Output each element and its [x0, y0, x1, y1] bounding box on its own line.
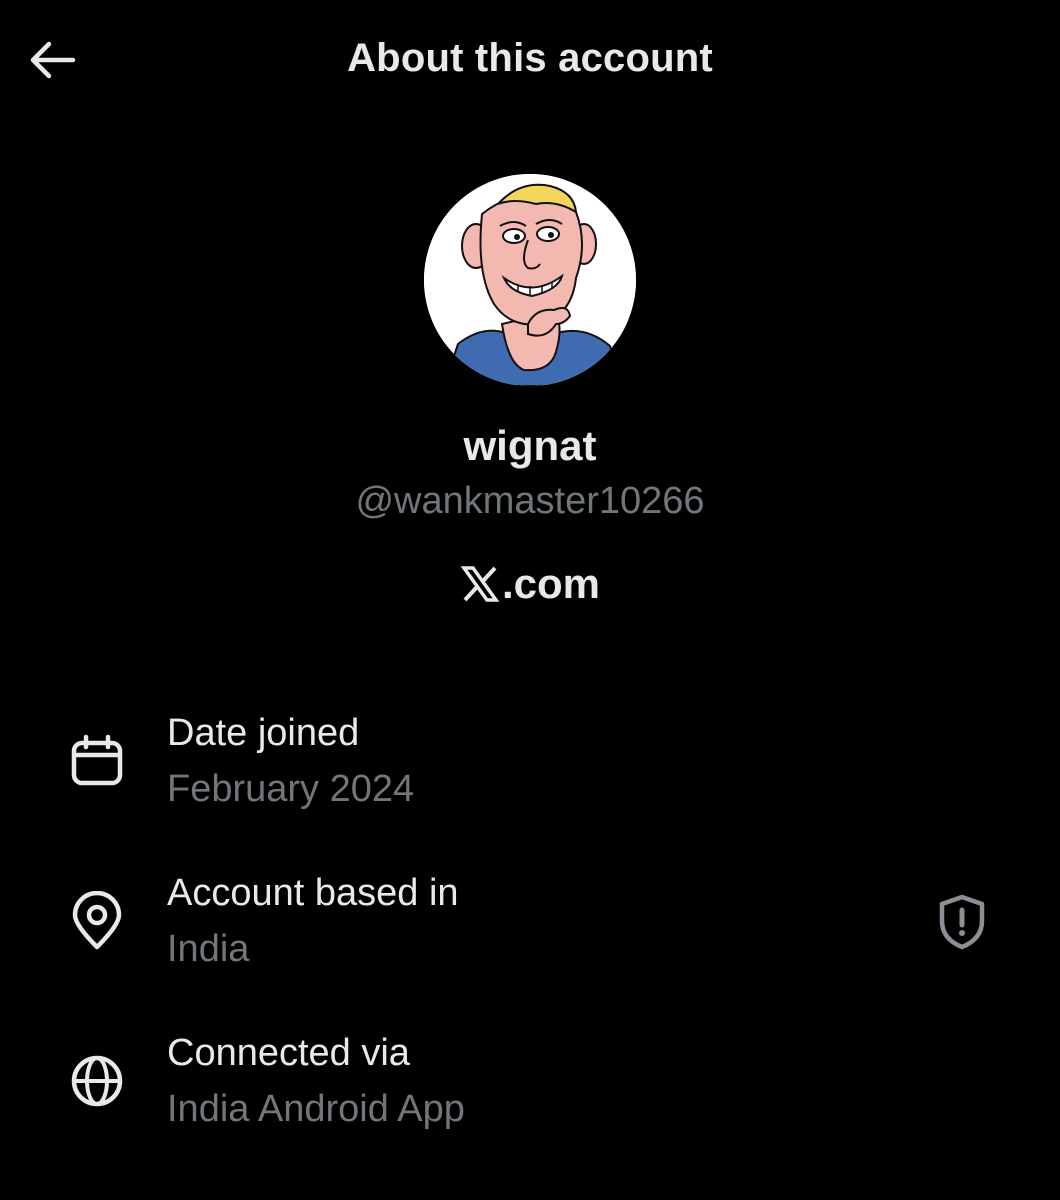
page-title: About this account [347, 36, 713, 80]
shield-alert-icon [939, 894, 985, 950]
info-value: India Android App [167, 1088, 465, 1130]
avatar[interactable] [424, 174, 636, 386]
info-label: Date joined [167, 712, 360, 754]
info-label: Account based in [167, 872, 459, 914]
top-bar: About this account [0, 0, 1060, 120]
info-value: India [167, 928, 250, 970]
shield-alert-button[interactable] [930, 890, 994, 954]
info-label: Connected via [167, 1032, 410, 1074]
cartoon-avatar [424, 174, 636, 386]
info-row-connected-via: Connected via India Android App [0, 1020, 1060, 1140]
info-row-date-joined: Date joined February 2024 [0, 700, 1060, 820]
site-link[interactable]: .com [0, 560, 1060, 608]
account-handle: @wankmaster10266 [355, 480, 705, 522]
info-row-account-based-in: Account based in India [0, 860, 1060, 980]
display-name: wignat [463, 422, 597, 469]
x-logo-icon [460, 564, 500, 604]
location-pin-icon [66, 890, 128, 952]
site-domain-suffix: .com [501, 560, 601, 607]
info-value: February 2024 [167, 768, 415, 810]
globe-icon [66, 1050, 128, 1112]
calendar-icon [66, 730, 128, 792]
